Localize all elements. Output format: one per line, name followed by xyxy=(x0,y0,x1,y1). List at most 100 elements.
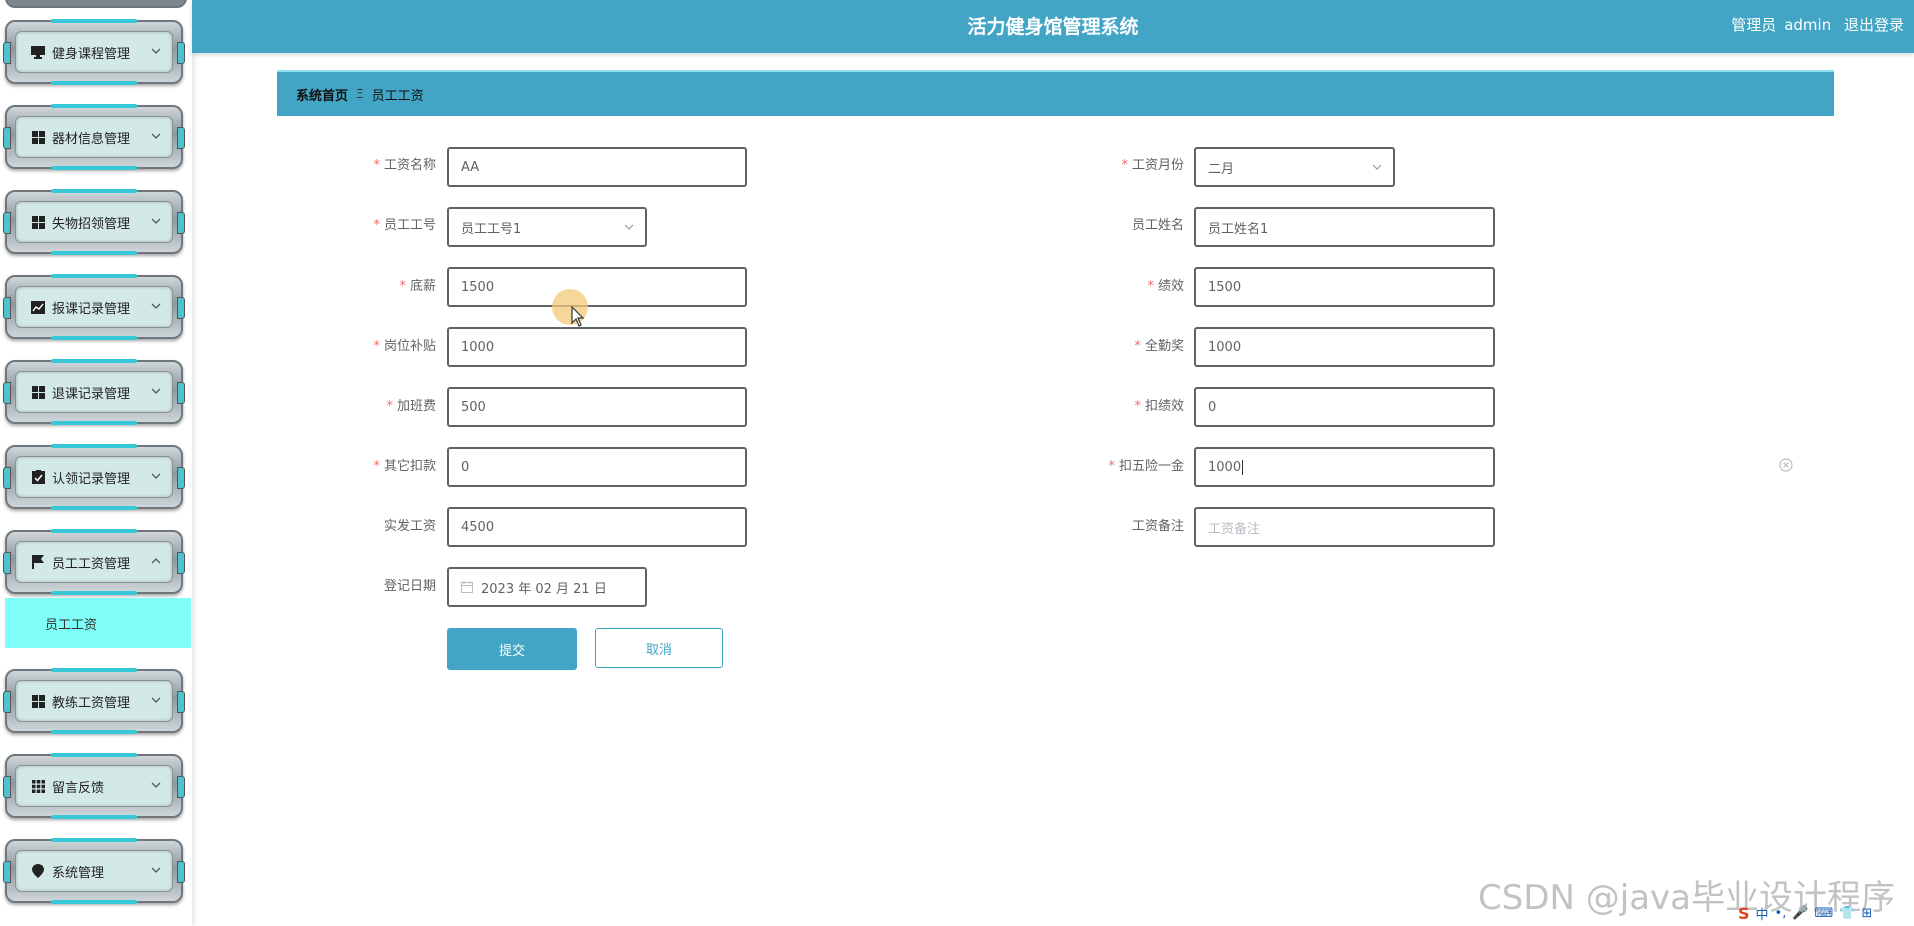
chevron-down-icon xyxy=(151,303,161,309)
ime-item[interactable]: 中 xyxy=(1756,904,1769,923)
overtime-pay-input[interactable]: 500 xyxy=(447,387,747,427)
post-allowance-input[interactable]: 1000 xyxy=(447,327,747,367)
chevron-up-icon xyxy=(151,558,161,564)
grid-icon xyxy=(30,129,46,145)
submenu-item-employee-salary[interactable]: 员工工资 xyxy=(5,598,191,648)
cancel-button[interactable]: 取消 xyxy=(595,628,723,668)
salary-month-select[interactable]: 二月 xyxy=(1194,147,1395,187)
ime-item[interactable]: •, xyxy=(1775,906,1787,921)
salary-name-label: * 工资名称 xyxy=(373,158,436,173)
performance-deduction-input[interactable]: 0 xyxy=(1194,387,1495,427)
logout-link[interactable]: 退出登录 xyxy=(1844,16,1904,34)
grid-icon xyxy=(30,384,46,400)
calendar-icon xyxy=(461,581,473,593)
user-area: 管理员 admin 退出登录 xyxy=(1723,14,1904,35)
grid-icon xyxy=(30,214,46,230)
employee-no-select[interactable]: 员工工号1 xyxy=(447,207,647,247)
salary-month-label: * 工资月份 xyxy=(1121,158,1184,173)
other-deduction-input[interactable]: 0 xyxy=(447,447,747,487)
sidebar: 健身课程管理 器材信息管理 失物招领管理 报课记录管理 退课记录管理 认领记录管… xyxy=(0,0,192,926)
sidebar-item-label: 认领记录管理 xyxy=(52,471,131,487)
sidebar-item-coach-salary-management[interactable]: 教练工资管理 xyxy=(3,668,185,734)
text-caret xyxy=(1242,459,1244,475)
mouse-pointer-icon xyxy=(571,306,585,327)
register-date-label: 登记日期 xyxy=(383,579,436,594)
employee-no-label: * 员工工号 xyxy=(373,218,436,233)
chevron-down-icon xyxy=(151,133,161,139)
breadcrumb: 系统首页 Ξ 员工工资 xyxy=(277,70,1834,116)
breadcrumb-separator: Ξ xyxy=(356,87,364,101)
base-salary-input[interactable]: 1500 xyxy=(447,267,747,307)
keyboard-icon[interactable]: ⌨ xyxy=(1815,906,1834,921)
app-title: 活力健身馆管理系统 xyxy=(967,16,1139,38)
username: admin xyxy=(1784,16,1832,34)
location-icon xyxy=(30,863,46,879)
apps-icon xyxy=(30,778,46,794)
skin-icon[interactable]: 👕 xyxy=(1839,906,1855,921)
register-date-picker[interactable]: 2023 年 02 月 21 日 xyxy=(447,567,647,607)
sidebar-item-label: 器材信息管理 xyxy=(52,131,131,147)
post-allowance-label: * 岗位补贴 xyxy=(373,339,436,354)
overtime-pay-label: * 加班费 xyxy=(386,399,436,414)
sidebar-item-label: 退课记录管理 xyxy=(52,386,131,402)
microphone-icon[interactable]: 🎤 xyxy=(1792,906,1808,921)
submenu-item-label: 员工工资 xyxy=(45,617,98,633)
chevron-down-icon xyxy=(151,697,161,703)
clipboard-check-icon xyxy=(30,469,46,485)
insurance-deduction-input[interactable]: 1000 xyxy=(1194,447,1495,487)
sidebar-item-label: 健身课程管理 xyxy=(52,46,131,62)
grid-icon xyxy=(30,693,46,709)
breadcrumb-home-link[interactable]: 系统首页 xyxy=(296,85,348,104)
chevron-down-icon xyxy=(624,224,634,230)
ime-toolbar: S 中 •, 🎤 ⌨ 👕 ⊞ xyxy=(1738,902,1878,924)
sidebar-item-enrollment-records[interactable]: 报课记录管理 xyxy=(3,274,185,340)
submit-button[interactable]: 提交 xyxy=(447,628,577,670)
sidebar-item-label: 员工工资管理 xyxy=(52,556,131,572)
other-deduction-label: * 其它扣款 xyxy=(373,459,436,474)
performance-input[interactable]: 1500 xyxy=(1194,267,1495,307)
sidebar-item-system-management[interactable]: 系统管理 xyxy=(3,838,185,904)
salary-name-input[interactable]: AA xyxy=(447,147,747,187)
insurance-deduction-label: * 扣五险一金 xyxy=(1108,459,1184,474)
attendance-bonus-input[interactable]: 1000 xyxy=(1194,327,1495,367)
sidebar-item-employee-salary-management[interactable]: 员工工资管理 xyxy=(3,529,185,595)
base-salary-label: * 底薪 xyxy=(399,279,436,294)
flag-icon xyxy=(30,554,46,570)
chevron-down-icon xyxy=(151,218,161,224)
salary-note-label: 工资备注 xyxy=(1131,519,1184,534)
clear-circle-icon[interactable] xyxy=(1779,458,1793,472)
net-salary-label: 实发工资 xyxy=(383,519,436,534)
sidebar-item-withdrawal-records[interactable]: 退课记录管理 xyxy=(3,359,185,425)
chevron-down-icon xyxy=(151,782,161,788)
sidebar-item-feedback[interactable]: 留言反馈 xyxy=(3,753,185,819)
ime-logo: S xyxy=(1738,903,1750,923)
performance-label: * 绩效 xyxy=(1147,279,1184,294)
chevron-down-icon xyxy=(151,48,161,54)
sidebar-item-label: 系统管理 xyxy=(52,865,105,881)
net-salary-input[interactable]: 4500 xyxy=(447,507,747,547)
chevron-down-icon xyxy=(151,388,161,394)
chevron-down-icon xyxy=(151,473,161,479)
user-role: 管理员 xyxy=(1731,16,1777,34)
sidebar-item-lost-found-management[interactable]: 失物招领管理 xyxy=(3,189,185,255)
sidebar-item-claim-records[interactable]: 认领记录管理 xyxy=(3,444,185,510)
sidebar-item-label: 失物招领管理 xyxy=(52,216,131,232)
menu-item-partial xyxy=(5,0,187,8)
sidebar-item-course-management[interactable]: 健身课程管理 xyxy=(3,19,185,85)
sidebar-item-label: 留言反馈 xyxy=(52,780,105,796)
employee-name-label: 员工姓名 xyxy=(1131,218,1184,233)
chevron-down-icon xyxy=(151,867,161,873)
performance-deduction-label: * 扣绩效 xyxy=(1134,399,1184,414)
top-header: 活力健身馆管理系统 管理员 admin 退出登录 xyxy=(192,0,1914,53)
grid-menu-icon[interactable]: ⊞ xyxy=(1862,906,1873,921)
employee-name-input[interactable]: 员工姓名1 xyxy=(1194,207,1495,247)
sidebar-item-label: 教练工资管理 xyxy=(52,695,131,711)
attendance-bonus-label: * 全勤奖 xyxy=(1134,339,1184,354)
chart-icon xyxy=(30,299,46,315)
monitor-icon xyxy=(30,44,46,60)
salary-note-input[interactable]: 工资备注 xyxy=(1194,507,1495,547)
sidebar-item-label: 报课记录管理 xyxy=(52,301,131,317)
breadcrumb-current: 员工工资 xyxy=(371,88,424,104)
chevron-down-icon xyxy=(1372,164,1382,170)
sidebar-item-equipment-management[interactable]: 器材信息管理 xyxy=(3,104,185,170)
